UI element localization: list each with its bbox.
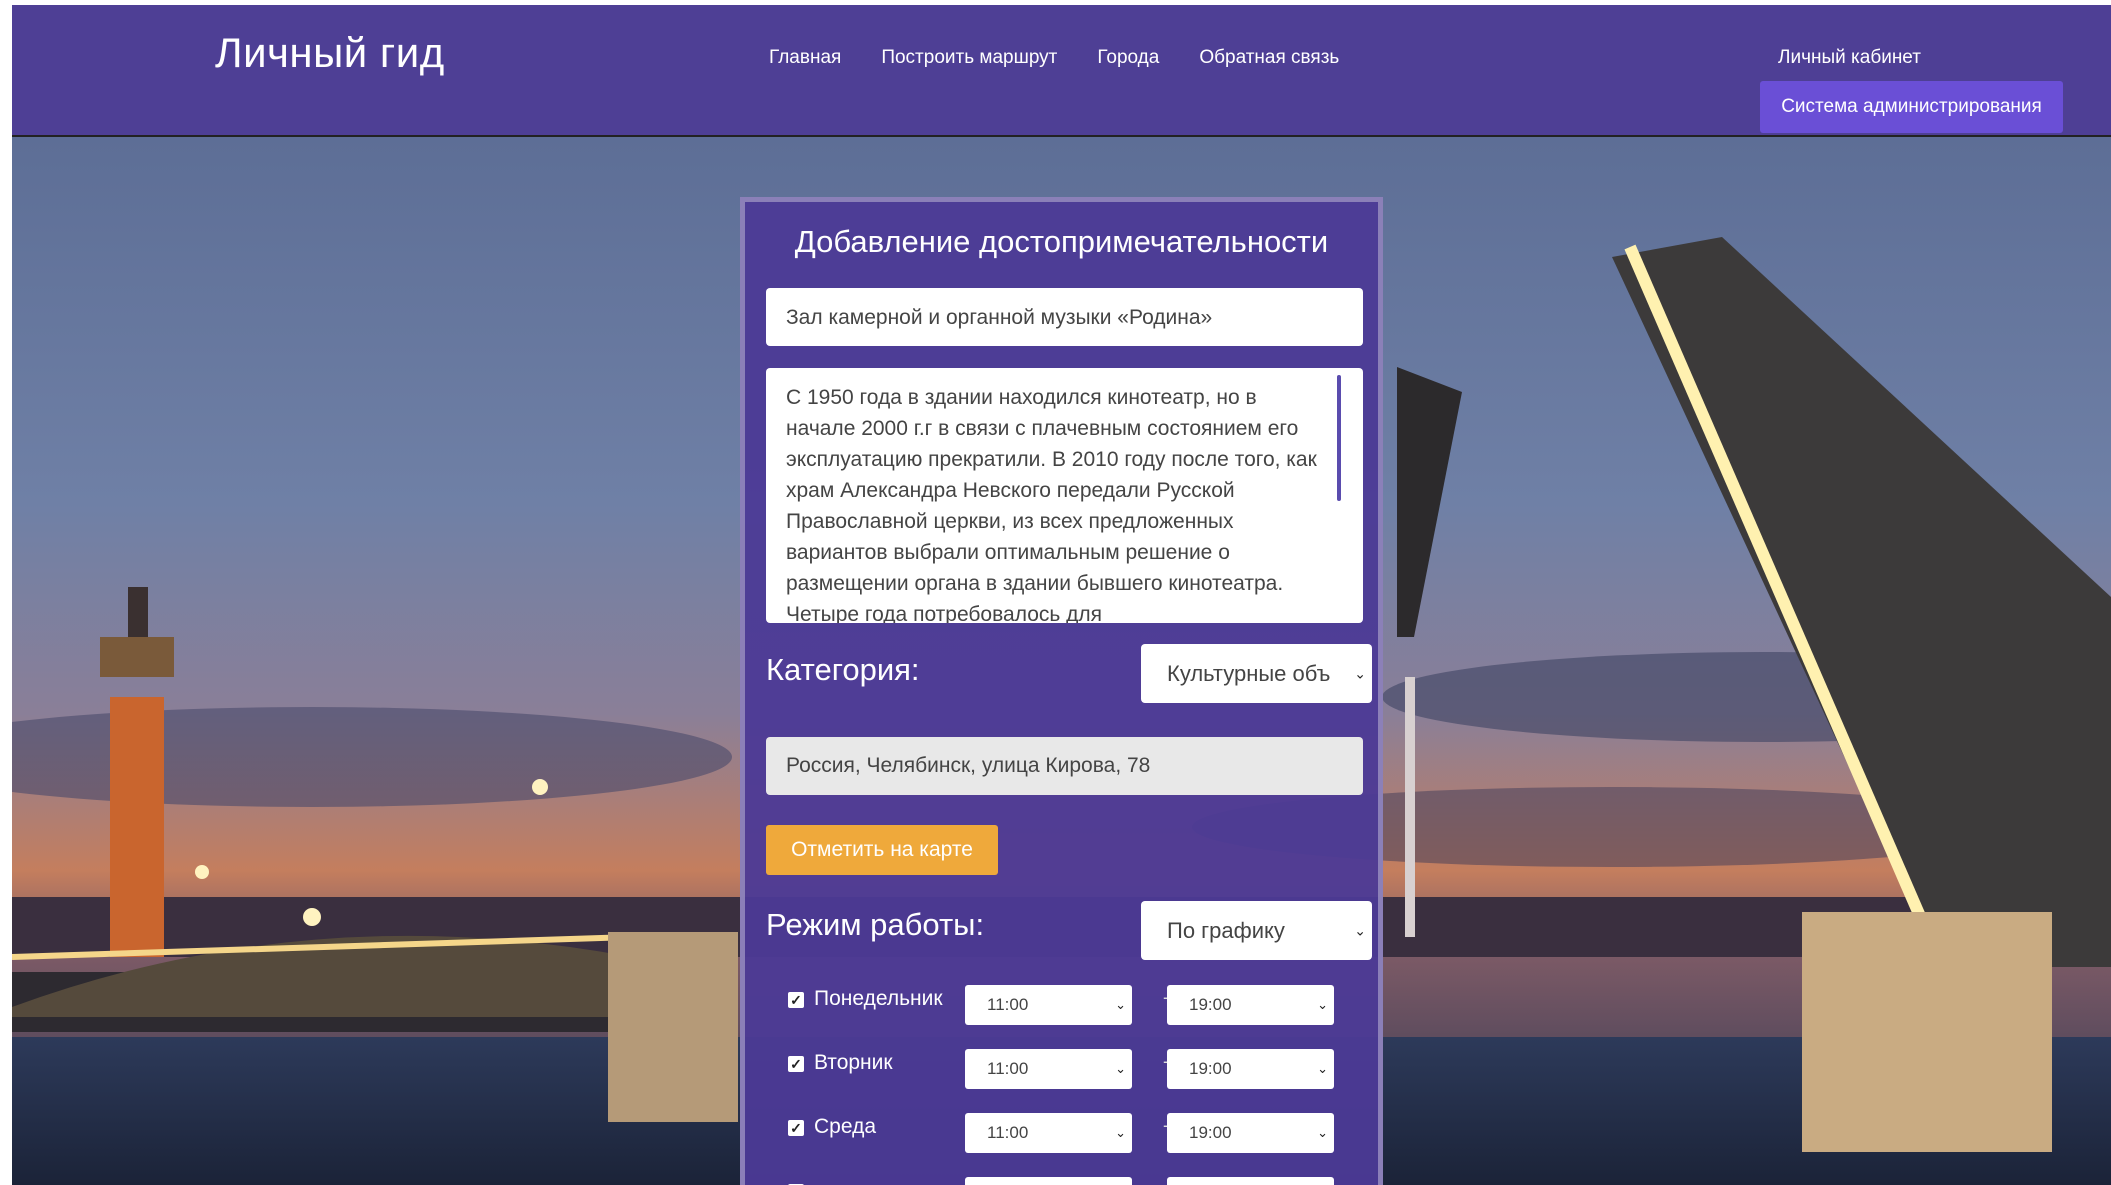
chevron-down-icon: ⌄ — [1354, 665, 1366, 681]
nav-feedback-link[interactable]: Обратная связь — [1199, 47, 1339, 69]
textarea-scrollbar[interactable] — [1337, 375, 1341, 501]
monday-open-time-select[interactable]: 11:00 ⌄ — [965, 985, 1132, 1025]
description-textarea[interactable]: С 1950 года в здании находился кинотеатр… — [766, 368, 1363, 623]
browser-viewport: Личный гид Главная Построить маршрут Гор… — [12, 5, 2111, 1185]
category-select-value: Культурные объ — [1167, 660, 1331, 686]
work-schedule-select-value: По графику — [1167, 917, 1285, 943]
next-close-time-select[interactable] — [1167, 1177, 1334, 1185]
wednesday-checkbox[interactable]: ✓ — [788, 1120, 804, 1136]
chevron-down-icon: ⌄ — [1354, 922, 1366, 938]
nav-cities-link[interactable]: Города — [1097, 47, 1159, 69]
tuesday-close-time-select[interactable]: 19:00 ⌄ — [1167, 1049, 1334, 1089]
top-navbar: Личный гид Главная Построить маршрут Гор… — [12, 5, 2111, 137]
wednesday-open-time-select[interactable]: 11:00 ⌄ — [965, 1113, 1132, 1153]
day-label: Вторник — [814, 1051, 893, 1074]
monday-checkbox[interactable]: ✓ — [788, 992, 804, 1008]
mark-on-map-button[interactable]: Отметить на карте — [766, 825, 998, 875]
main-nav: Главная Построить маршрут Города Обратна… — [769, 47, 1339, 69]
schedule-row-wednesday: ✓ Среда 11:00 ⌄ - 19:00 ⌄ — [766, 1113, 1376, 1157]
schedule-row-cutoff — [766, 1177, 1376, 1185]
day-label: Понедельник — [814, 987, 943, 1010]
checkmark-icon: ✓ — [790, 1120, 802, 1136]
schedule-row-tuesday: ✓ Вторник 11:00 ⌄ - 19:00 ⌄ — [766, 1049, 1376, 1093]
chevron-down-icon: ⌄ — [1115, 997, 1126, 1012]
next-open-time-select[interactable] — [965, 1177, 1132, 1185]
chevron-down-icon: ⌄ — [1317, 1125, 1328, 1140]
wednesday-close-time-select[interactable]: 19:00 ⌄ — [1167, 1113, 1334, 1153]
address-input[interactable]: Россия, Челябинск, улица Кирова, 78 — [766, 737, 1363, 795]
time-value: 19:00 — [1189, 1059, 1232, 1078]
day-label: Среда — [814, 1115, 876, 1138]
add-attraction-form: Добавление достопримечательности Зал кам… — [740, 197, 1383, 1185]
checkmark-icon: ✓ — [790, 992, 802, 1008]
admin-system-button[interactable]: Система администрирования — [1760, 81, 2063, 133]
schedule-row-monday: ✓ Понедельник 11:00 ⌄ - 19:00 ⌄ — [766, 985, 1376, 1029]
attraction-name-input[interactable]: Зал камерной и органной музыки «Родина» — [766, 288, 1363, 346]
chevron-down-icon: ⌄ — [1317, 997, 1328, 1012]
time-value: 11:00 — [987, 995, 1029, 1014]
nav-home-link[interactable]: Главная — [769, 47, 841, 69]
category-select[interactable]: Культурные объ ⌄ — [1141, 644, 1372, 703]
tuesday-checkbox[interactable]: ✓ — [788, 1056, 804, 1072]
form-title: Добавление достопримечательности — [794, 224, 1329, 259]
site-logo[interactable]: Личный гид — [215, 29, 445, 77]
time-value: 19:00 — [1189, 1123, 1232, 1142]
monday-close-time-select[interactable]: 19:00 ⌄ — [1167, 985, 1334, 1025]
nav-build-route-link[interactable]: Построить маршрут — [881, 47, 1057, 69]
work-schedule-select[interactable]: По графику ⌄ — [1141, 901, 1372, 960]
chevron-down-icon: ⌄ — [1317, 1061, 1328, 1076]
personal-cabinet-link[interactable]: Личный кабинет — [1778, 47, 1921, 69]
chevron-down-icon: ⌄ — [1115, 1061, 1126, 1076]
tuesday-open-time-select[interactable]: 11:00 ⌄ — [965, 1049, 1132, 1089]
time-value: 19:00 — [1189, 995, 1232, 1014]
category-label: Категория: — [766, 652, 920, 687]
chevron-down-icon: ⌄ — [1115, 1125, 1126, 1140]
time-value: 11:00 — [987, 1059, 1029, 1078]
work-schedule-label: Режим работы: — [766, 907, 985, 942]
checkmark-icon: ✓ — [790, 1056, 802, 1072]
time-value: 11:00 — [987, 1123, 1029, 1142]
